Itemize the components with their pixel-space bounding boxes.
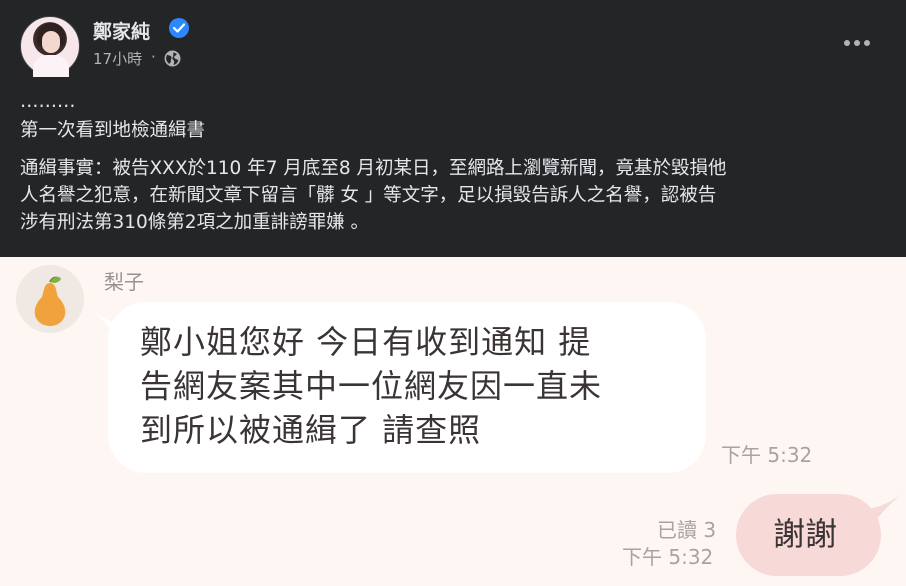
incoming-message-text: 鄭小姐您好 今日有收到通知 提 告網友案其中一位網友因一直未 到所以被通緝了 請… bbox=[140, 323, 603, 449]
post-timestamp[interactable]: 17小時 bbox=[93, 48, 142, 69]
read-status: 已讀 3 bbox=[657, 518, 717, 542]
facebook-post: 鄭家純 17小時 · ……… 第一次看到地檢通緝書 通緝事實：被告XXX於110… bbox=[0, 0, 906, 257]
more-options-icon[interactable] bbox=[842, 30, 872, 56]
separator-dot: · bbox=[151, 48, 156, 66]
sender-avatar[interactable] bbox=[16, 265, 84, 333]
verified-badge-icon bbox=[169, 18, 189, 38]
globe-icon[interactable] bbox=[164, 50, 181, 67]
post-body: 通緝事實：被告XXX於110 年7 月底至8 月初某日，至網路上瀏覽新聞，竟基於… bbox=[20, 158, 727, 233]
outgoing-message-time: 下午 5:32 bbox=[622, 545, 714, 569]
author-avatar[interactable] bbox=[20, 16, 80, 77]
chat-screenshot: 梨子 鄭小姐您好 今日有收到通知 提 告網友案其中一位網友因一直未 到所以被通緝… bbox=[0, 257, 906, 586]
post-ellipsis: ……… bbox=[20, 91, 76, 112]
post-title-line: 第一次看到地檢通緝書 bbox=[20, 120, 206, 141]
pear-icon bbox=[34, 276, 66, 326]
sender-name: 梨子 bbox=[104, 270, 144, 294]
incoming-message-time: 下午 5:32 bbox=[721, 443, 813, 467]
author-name[interactable]: 鄭家純 bbox=[93, 17, 150, 44]
outgoing-message-text: 謝謝 bbox=[772, 515, 837, 553]
